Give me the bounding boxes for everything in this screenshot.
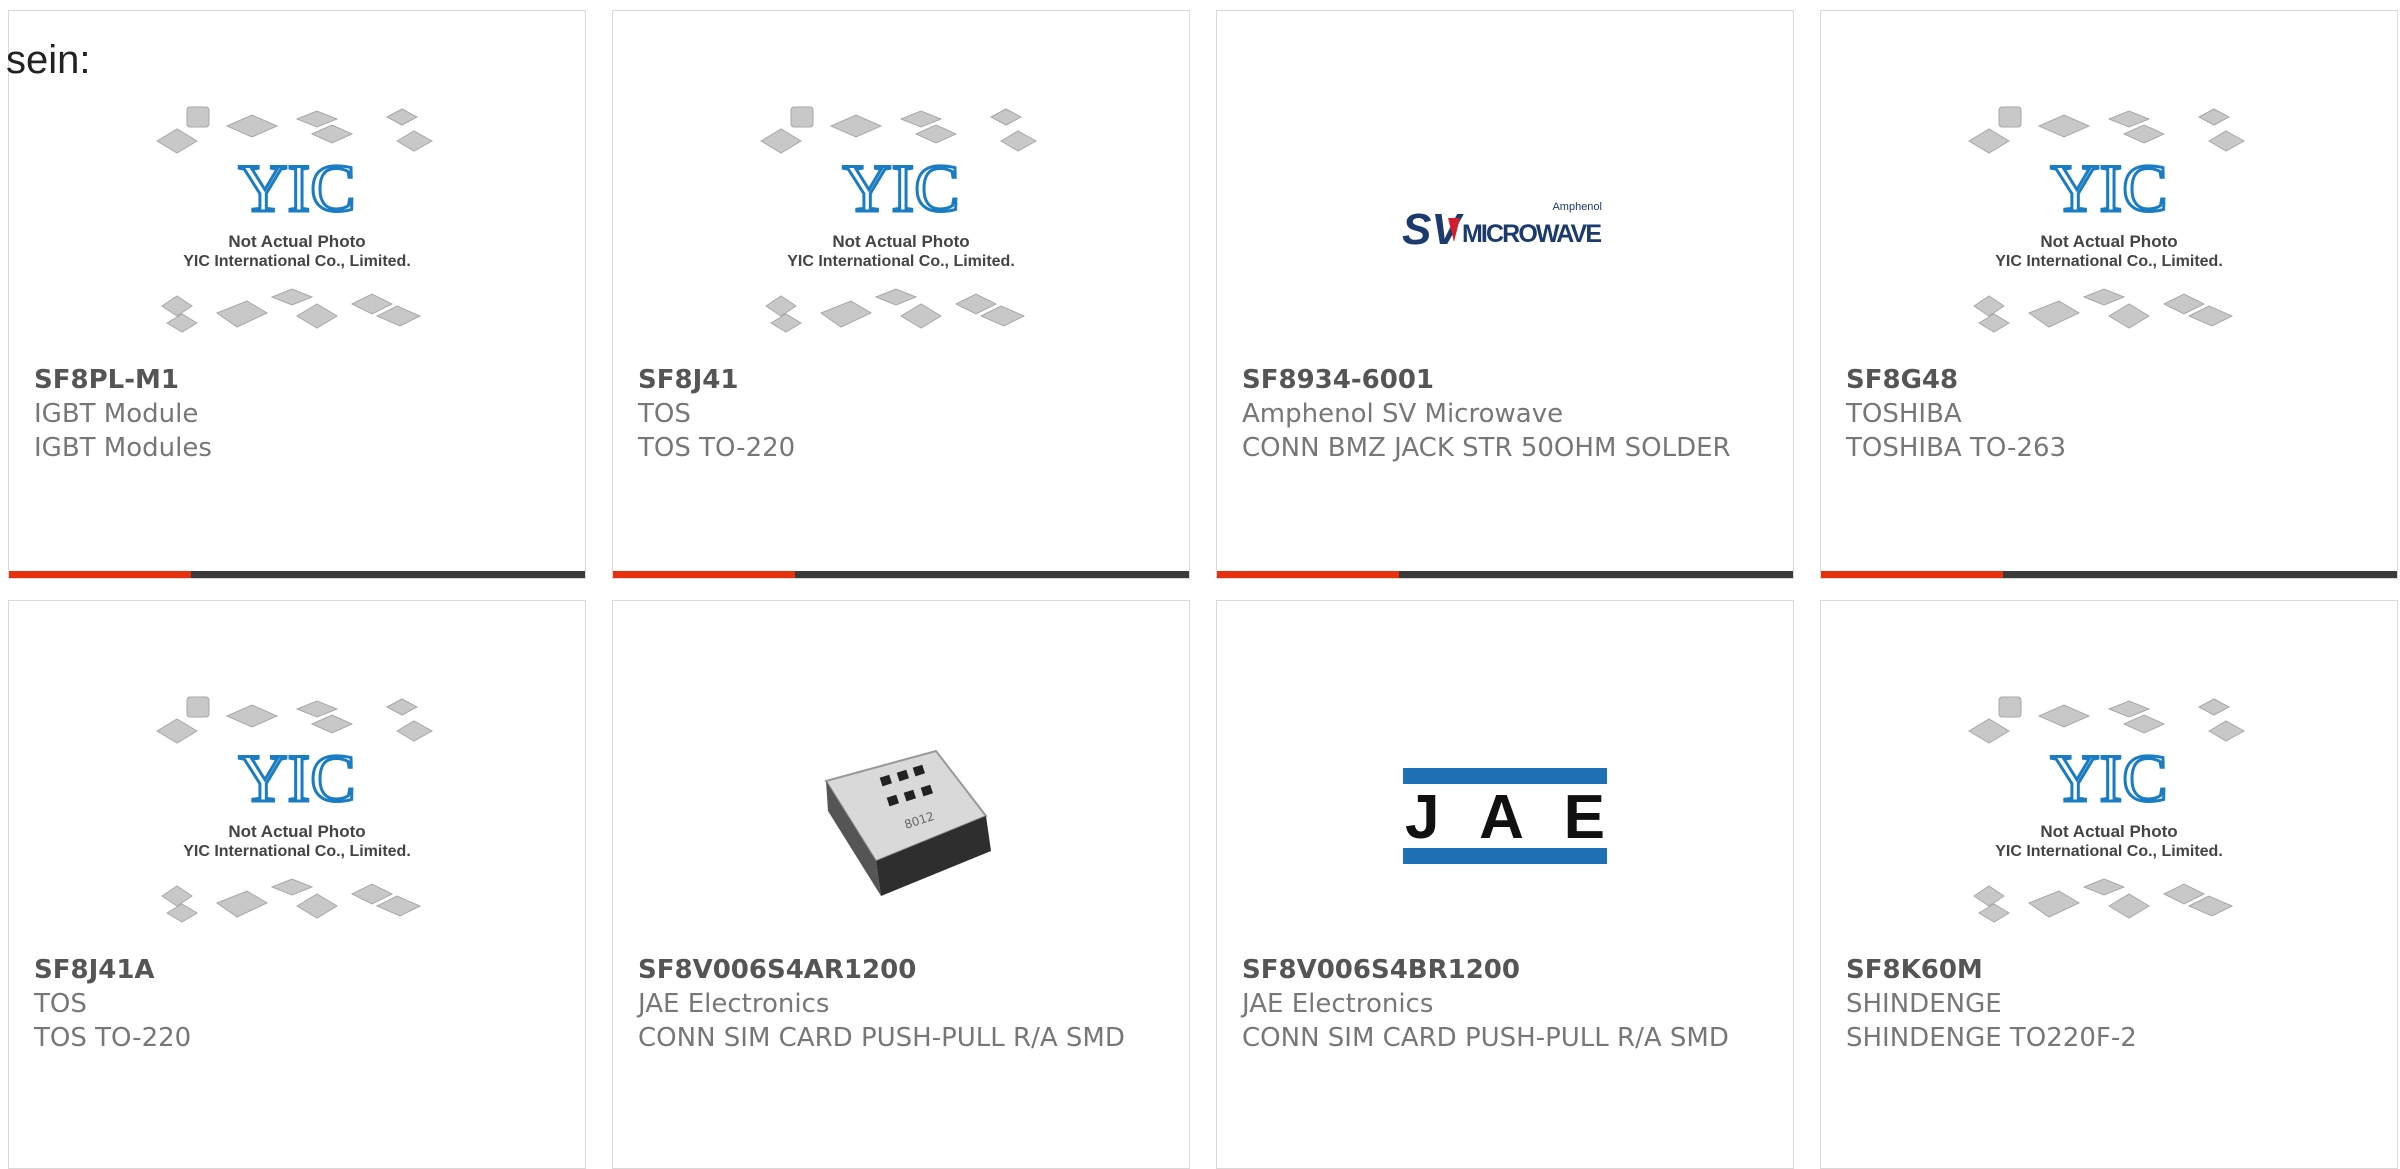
jae-logo-text: JAE [1405, 783, 1605, 852]
product-info: SF8V006S4BR1200 JAE Electronics CONN SIM… [1242, 953, 1773, 1055]
manufacturer: TOSHIBA [1846, 399, 1962, 429]
product-info: SF8J41 TOS TOS TO-220 [638, 363, 1169, 465]
product-card[interactable]: YIC Not Actual Photo YIC International C… [8, 600, 586, 1169]
product-card[interactable]: JAE SF8V006S4BR1200 JAE Electronics CONN… [1216, 600, 1794, 1169]
sv-microwave-logo: Amphenol SV MICROWAVE [1402, 201, 1602, 254]
product-card[interactable]: YIC Not Actual Photo YIC International C… [612, 10, 1190, 579]
part-number-link[interactable]: SF8J41A [34, 953, 565, 987]
sim-connector-photo: 8012 [824, 749, 991, 896]
product-card[interactable]: YIC Not Actual Photo YIC International C… [8, 10, 586, 579]
yic-logo-text: YIC [842, 150, 959, 226]
yic-placeholder-image: YIC Not Actual Photo YIC International C… [156, 106, 434, 333]
placeholder-line2: YIC International Co., Limited. [1995, 253, 2223, 270]
sv-brand-text: Amphenol [1552, 201, 1602, 213]
part-number-link[interactable]: SF8934-6001 [1242, 363, 1773, 397]
yic-placeholder-image: YIC Not Actual Photo YIC International C… [760, 106, 1038, 333]
product-image[interactable]: YIC Not Actual Photo YIC International C… [9, 91, 585, 361]
section-lead-text: sein: [6, 38, 91, 82]
part-number-link[interactable]: SF8V006S4AR1200 [638, 953, 1169, 987]
manufacturer: Amphenol SV Microwave [1242, 399, 1564, 429]
manufacturer: TOS [34, 989, 87, 1019]
placeholder-line1: Not Actual Photo [2040, 822, 2177, 841]
description: CONN SIM CARD PUSH-PULL R/A SMD [638, 1023, 1125, 1053]
placeholder-line1: Not Actual Photo [2040, 232, 2177, 251]
description: TOS TO-220 [638, 433, 796, 463]
placeholder-line1: Not Actual Photo [228, 232, 365, 251]
product-image[interactable]: Amphenol SV MICROWAVE [1217, 91, 1793, 361]
product-card[interactable]: YIC Not Actual Photo YIC International C… [1820, 10, 2398, 579]
placeholder-line1: Not Actual Photo [832, 232, 969, 251]
product-info: SF8J41A TOS TOS TO-220 [34, 953, 565, 1055]
card-accent-bar [613, 571, 1189, 578]
description: TOSHIBA TO-263 [1846, 433, 2067, 463]
manufacturer: JAE Electronics [1242, 989, 1434, 1019]
part-number-link[interactable]: SF8J41 [638, 363, 1169, 397]
manufacturer: SHINDENGE [1846, 989, 2002, 1019]
product-image[interactable]: JAE [1217, 681, 1793, 951]
placeholder-line1: Not Actual Photo [228, 822, 365, 841]
product-image[interactable]: 8012 [613, 681, 1189, 951]
description: TOS TO-220 [34, 1023, 192, 1053]
product-info: SF8934-6001 Amphenol SV Microwave CONN B… [1242, 363, 1773, 465]
product-card[interactable]: Amphenol SV MICROWAVE SF8934-6001 Amphen… [1216, 10, 1794, 579]
product-info: SF8PL-M1 IGBT Module IGBT Modules [34, 363, 565, 465]
part-number-link[interactable]: SF8K60M [1846, 953, 2377, 987]
manufacturer: JAE Electronics [638, 989, 830, 1019]
description: SHINDENGE TO220F-2 [1846, 1023, 2137, 1053]
placeholder-line2: YIC International Co., Limited. [787, 253, 1015, 270]
card-accent-bar [9, 571, 585, 578]
sv-sub-text: MICROWAVE [1462, 220, 1602, 248]
placeholder-line2: YIC International Co., Limited. [183, 253, 411, 270]
placeholder-line2: YIC International Co., Limited. [1995, 843, 2223, 860]
product-info: SF8G48 TOSHIBA TOSHIBA TO-263 [1846, 363, 2377, 465]
manufacturer: TOS [638, 399, 691, 429]
manufacturer: IGBT Module [34, 399, 199, 429]
part-number-link[interactable]: SF8PL-M1 [34, 363, 565, 397]
yic-logo-text: YIC [238, 150, 355, 226]
yic-logo-text: YIC [2050, 740, 2167, 816]
product-image[interactable]: YIC Not Actual Photo YIC International C… [613, 91, 1189, 361]
yic-placeholder-image: YIC Not Actual Photo YIC International C… [1968, 696, 2246, 923]
product-image[interactable]: YIC Not Actual Photo YIC International C… [1821, 91, 2397, 361]
part-number-link[interactable]: SF8G48 [1846, 363, 2377, 397]
product-image[interactable]: YIC Not Actual Photo YIC International C… [9, 681, 585, 951]
description: CONN SIM CARD PUSH-PULL R/A SMD [1242, 1023, 1729, 1053]
product-image[interactable]: YIC Not Actual Photo YIC International C… [1821, 681, 2397, 951]
card-accent-bar [1217, 571, 1793, 578]
yic-logo-text: YIC [2050, 150, 2167, 226]
yic-placeholder-image: YIC Not Actual Photo YIC International C… [1968, 106, 2246, 333]
description: CONN BMZ JACK STR 50OHM SOLDER [1242, 433, 1731, 463]
yic-logo-text: YIC [238, 740, 355, 816]
product-info: SF8V006S4AR1200 JAE Electronics CONN SIM… [638, 953, 1169, 1055]
yic-placeholder-image: YIC Not Actual Photo YIC International C… [156, 696, 434, 923]
product-card[interactable]: YIC Not Actual Photo YIC International C… [1820, 600, 2398, 1169]
part-number-link[interactable]: SF8V006S4BR1200 [1242, 953, 1773, 987]
jae-logo: JAE [1403, 768, 1607, 864]
description: IGBT Modules [34, 433, 212, 463]
product-card[interactable]: 8012 SF8V006S4AR1200 JAE Electronics CON… [612, 600, 1190, 1169]
card-accent-bar [1821, 571, 2397, 578]
placeholder-line2: YIC International Co., Limited. [183, 843, 411, 860]
product-info: SF8K60M SHINDENGE SHINDENGE TO220F-2 [1846, 953, 2377, 1055]
